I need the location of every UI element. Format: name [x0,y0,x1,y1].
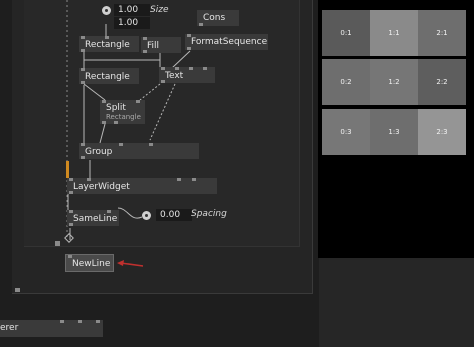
node-cons[interactable]: Cons [197,10,239,26]
grid-cell-0-1: 0:1 [322,10,370,56]
output-pin[interactable] [102,121,106,124]
node-layer-widget[interactable]: LayerWidget [67,178,217,194]
input-pin[interactable] [60,320,64,323]
size-y-value[interactable]: 1.00 [114,17,150,29]
grid-cell-0-3: 0:3 [322,109,370,155]
node-format-sequence-label: FormatSequence [191,37,268,47]
grid-cell-2-1: 2:1 [418,10,466,56]
node-new-line[interactable]: NewLine [65,254,114,272]
size-pin-icon[interactable] [102,6,111,15]
preview-footer [319,258,474,347]
output-pin[interactable] [81,156,85,159]
output-pin[interactable] [114,121,118,124]
grid-cell-1-2: 1:2 [370,59,418,105]
node-text-label: Text [165,71,184,81]
grid-cell-2-3: 2:3 [418,109,466,155]
spacing-label: Spacing [191,209,227,219]
node-text[interactable]: Text [159,67,215,83]
node-same-line-label: SameLine [73,214,118,224]
input-pin[interactable] [177,178,181,181]
node-layer-widget-label: LayerWidget [73,182,130,192]
node-group[interactable]: Group [79,143,199,159]
input-pin[interactable] [78,320,82,323]
output-pin[interactable] [81,49,85,52]
input-pin[interactable] [149,143,153,146]
size-x-value[interactable]: 1.00 [114,4,150,16]
node-same-line[interactable]: SameLine [67,210,119,226]
spacing-pin-icon[interactable] [142,211,151,220]
spacing-value[interactable]: 0.00 [156,209,192,221]
node-rectangle[interactable]: Rectangle [79,36,139,52]
output-pin[interactable] [69,223,73,226]
output-pin[interactable] [187,47,191,50]
input-pin[interactable] [203,67,207,70]
node-format-sequence[interactable]: FormatSequence [185,34,268,50]
node-fill-label: Fill [147,41,160,51]
node-rectangle-label: Rectangle [85,72,130,82]
node-group-label: Group [85,147,113,157]
output-pin[interactable] [199,23,203,26]
node-renderer[interactable]: erer [0,320,103,337]
node-fill[interactable]: Fill [141,37,181,53]
node-renderer-label: erer [0,323,19,333]
output-pin[interactable] [143,50,147,53]
node-split[interactable]: Split Rectangle [100,100,145,124]
node-split-sublabel: Rectangle [106,113,141,121]
grid-cell-0-2: 0:2 [322,59,370,105]
grid-cell-1-1: 1:1 [370,10,418,56]
input-pin[interactable] [192,178,196,181]
node-rectangle-label: Rectangle [85,40,130,50]
input-pin[interactable] [119,143,123,146]
node-rectangle[interactable]: Rectangle [79,68,139,84]
input-pin[interactable] [96,320,100,323]
grid-cell-2-2: 2:2 [418,59,466,105]
input-pin[interactable] [136,100,140,103]
input-pin[interactable] [189,67,193,70]
output-pin[interactable] [81,81,85,84]
grid-cell-1-3: 1:3 [370,109,418,155]
output-pin[interactable] [69,191,73,194]
output-pin[interactable] [161,80,165,83]
size-label: Size [150,5,169,15]
node-new-line-label: NewLine [72,259,111,269]
node-cons-label: Cons [203,13,226,23]
preview-output: 0:1 1:1 2:1 0:2 1:2 2:2 0:3 1:3 2:3 [318,0,474,258]
